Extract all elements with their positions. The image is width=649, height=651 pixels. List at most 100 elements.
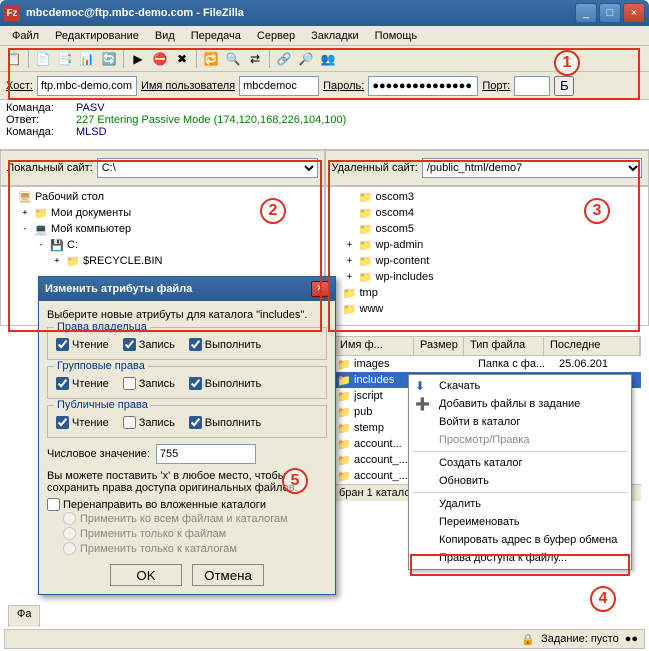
numeric-input[interactable] xyxy=(156,444,256,464)
ctx-refresh[interactable]: Обновить xyxy=(411,472,629,490)
tb-log-icon[interactable]: 📄 xyxy=(33,49,53,69)
dialog-note: Вы можете поставить 'x' в любое место, ч… xyxy=(47,470,327,494)
file-attributes-dialog: Изменить атрибуты файла × Выберите новые… xyxy=(38,276,336,595)
folder-icon: 📁 xyxy=(343,286,357,300)
ctx-download[interactable]: ⬇Скачать xyxy=(411,377,629,395)
public-read-checkbox[interactable]: Чтение xyxy=(56,416,109,429)
tree-item[interactable]: -🖥Рабочий стол xyxy=(3,189,322,205)
context-menu: ⬇Скачать ➕Добавить файлы в задание Войти… xyxy=(408,374,632,570)
group-read-checkbox[interactable]: Чтение xyxy=(56,377,109,390)
tree-item[interactable]: -💻Мой компьютер xyxy=(3,221,322,237)
remote-site-box: Удаленный сайт: /public_html/demo7 xyxy=(325,150,649,186)
tree-item[interactable]: -💾C: xyxy=(3,237,322,253)
owner-write-checkbox[interactable]: Запись xyxy=(123,338,175,351)
public-exec-checkbox[interactable]: Выполнить xyxy=(189,416,261,429)
tb-queue-icon[interactable]: 📊 xyxy=(77,49,97,69)
tree-item[interactable]: 📁oscom5 xyxy=(328,221,647,237)
tb-reconnect-icon[interactable]: 🔁 xyxy=(201,49,221,69)
folder-icon: 📁 xyxy=(337,389,351,403)
dialog-intro: Выберите новые атрибуты для каталога "in… xyxy=(47,309,327,321)
folder-icon: 📁 xyxy=(34,206,48,220)
ctx-enter[interactable]: Войти в каталог xyxy=(411,413,629,431)
tree-item[interactable]: +📁wp-includes xyxy=(328,269,647,285)
menu-help[interactable]: Помощь xyxy=(367,28,426,44)
menu-server[interactable]: Сервер xyxy=(249,28,303,44)
menu-transfer[interactable]: Передача xyxy=(183,28,249,44)
ctx-perms[interactable]: Права доступа к файлу... xyxy=(411,549,629,567)
ok-button[interactable]: OK xyxy=(110,564,182,586)
port-input[interactable] xyxy=(514,76,550,96)
menu-edit[interactable]: Редактирование xyxy=(47,28,147,44)
tb-tree-icon[interactable]: 📑 xyxy=(55,49,75,69)
folder-icon: 📁 xyxy=(359,238,373,252)
pass-input[interactable] xyxy=(368,76,478,96)
group-perms-group: Групповые права Чтение Запись Выполнить xyxy=(47,366,327,399)
folder-icon: 📁 xyxy=(337,437,351,451)
host-input[interactable] xyxy=(37,76,137,96)
tree-item[interactable]: +📁wp-content xyxy=(328,253,647,269)
folder-icon: 📁 xyxy=(359,206,373,220)
remote-tree[interactable]: 📁oscom3 📁oscom4 📁oscom5+📁wp-admin+📁wp-co… xyxy=(325,186,649,326)
toolbar: 📋 📄 📑 📊 🔄 ▶ ⛔ ✖ 🔁 🔍 ⇄ 🔗 🔎 👥 xyxy=(0,46,649,72)
tb-cancel-icon[interactable]: ⛔ xyxy=(150,49,170,69)
tb-find-icon[interactable]: 🔎 xyxy=(296,49,316,69)
file-row[interactable]: 📁imagesПапка с фа...25.06.201 xyxy=(333,356,641,372)
remote-site-label: Удаленный сайт: xyxy=(332,162,418,174)
user-input[interactable] xyxy=(239,76,319,96)
owner-read-checkbox[interactable]: Чтение xyxy=(56,338,109,351)
tb-compare-icon[interactable]: ⇄ xyxy=(245,49,265,69)
ctx-delete[interactable]: Удалить xyxy=(411,495,629,513)
group-write-checkbox[interactable]: Запись xyxy=(123,377,175,390)
tree-item[interactable]: 📁tmp xyxy=(328,285,647,301)
local-site-label: Локальный сайт: xyxy=(7,162,93,174)
tree-item[interactable]: 📁oscom4 xyxy=(328,205,647,221)
minimize-button[interactable]: _ xyxy=(575,3,597,23)
local-site-select[interactable]: C:\ xyxy=(97,158,318,178)
menu-bookmarks[interactable]: Закладки xyxy=(303,28,367,44)
tb-filter-icon[interactable]: 🔍 xyxy=(223,49,243,69)
overlay-4: 4 xyxy=(590,586,616,612)
menu-view[interactable]: Вид xyxy=(147,28,183,44)
folder-icon: 📁 xyxy=(359,222,373,236)
tb-binoculars-icon[interactable]: 👥 xyxy=(318,49,338,69)
local-site-box: Локальный сайт: C:\ xyxy=(0,150,325,186)
tab-fa[interactable]: Фа xyxy=(8,605,40,627)
tb-sitemanager-icon[interactable]: 📋 xyxy=(4,49,24,69)
user-label: Имя пользователя xyxy=(141,80,235,92)
tree-item[interactable]: 📁www xyxy=(328,301,647,317)
recurse-checkbox[interactable]: Перенаправить во вложенные каталоги xyxy=(47,498,327,511)
folder-icon: 📁 xyxy=(359,270,373,284)
quickconnect-button[interactable]: Б xyxy=(554,76,574,96)
group-exec-checkbox[interactable]: Выполнить xyxy=(189,377,261,390)
public-write-checkbox[interactable]: Запись xyxy=(123,416,175,429)
folder-icon: 📁 xyxy=(359,190,373,204)
tree-item[interactable]: +📁$RECYCLE.BIN xyxy=(3,253,322,269)
maximize-button[interactable]: □ xyxy=(599,3,621,23)
dialog-close-button[interactable]: × xyxy=(311,281,329,297)
host-label: Хост: xyxy=(6,80,33,92)
log-label: Ответ: xyxy=(6,114,76,126)
tb-refresh-icon[interactable]: 🔄 xyxy=(99,49,119,69)
dialog-title: Изменить атрибуты файла × xyxy=(39,277,335,301)
folder-icon: 📁 xyxy=(337,357,351,371)
ctx-rename[interactable]: Переименовать xyxy=(411,513,629,531)
cancel-button[interactable]: Отмена xyxy=(192,564,264,586)
ctx-copy[interactable]: Копировать адрес в буфер обмена xyxy=(411,531,629,549)
remote-site-select[interactable]: /public_html/demo7 xyxy=(422,158,642,178)
tb-disconnect-icon[interactable]: ✖ xyxy=(172,49,192,69)
apply-all-radio: Применить ко всем файлам и каталогам xyxy=(47,511,327,526)
tb-sync-icon[interactable]: 🔗 xyxy=(274,49,294,69)
folder-icon: 💾 xyxy=(50,238,64,252)
log-panel: Команда:PASV Ответ:227 Entering Passive … xyxy=(0,100,649,150)
owner-exec-checkbox[interactable]: Выполнить xyxy=(189,338,261,351)
menu-file[interactable]: Файл xyxy=(4,28,47,44)
tb-process-icon[interactable]: ▶ xyxy=(128,49,148,69)
app-icon: Fz xyxy=(4,5,20,21)
tree-item[interactable]: +📁wp-admin xyxy=(328,237,647,253)
ctx-mkdir[interactable]: Создать каталог xyxy=(411,454,629,472)
tree-item[interactable]: 📁oscom3 xyxy=(328,189,647,205)
close-button[interactable]: × xyxy=(623,3,645,23)
ctx-queue[interactable]: ➕Добавить файлы в задание xyxy=(411,395,629,413)
tree-item[interactable]: +📁Мои документы xyxy=(3,205,322,221)
port-label: Порт: xyxy=(482,80,510,92)
